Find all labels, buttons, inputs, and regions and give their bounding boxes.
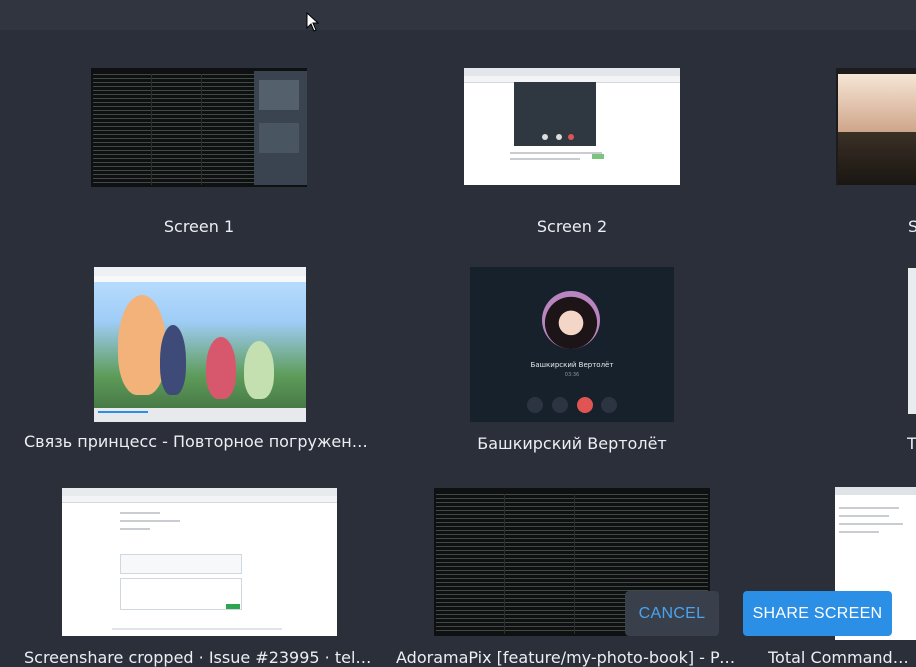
title-bar bbox=[0, 0, 916, 30]
call-window-thumbnail: Башкирский Вертолёт 03:36 bbox=[470, 267, 674, 422]
row2-third-label: T bbox=[907, 434, 916, 453]
screen-3-label: S bbox=[908, 217, 916, 236]
powershell-label: AdoramaPix [feature/my-photo-book] - Pow bbox=[396, 648, 736, 667]
anime-player-thumbnail bbox=[94, 267, 306, 422]
total-commander-label: Total Commander ( bbox=[768, 648, 916, 667]
github-issue-thumbnail bbox=[62, 488, 337, 636]
call-screencast-icon bbox=[527, 397, 543, 413]
call-window-label: Башкирский Вертолёт bbox=[477, 434, 667, 453]
row2-third-thumbnail bbox=[908, 268, 916, 414]
mouse-cursor-icon bbox=[306, 12, 320, 32]
call-mute-icon bbox=[601, 397, 617, 413]
share-screen-button[interactable]: SHARE SCREEN bbox=[743, 591, 892, 636]
call-end-icon bbox=[577, 397, 593, 413]
caller-avatar bbox=[542, 291, 600, 349]
screen-3-thumbnail bbox=[836, 68, 916, 185]
call-name: Башкирский Вертолёт bbox=[530, 361, 614, 369]
screen-2-label: Screen 2 bbox=[536, 217, 608, 236]
screen-1-thumbnail bbox=[91, 68, 307, 187]
screen-1-label: Screen 1 bbox=[163, 217, 235, 236]
github-issue-label: Screenshare cropped · Issue #23995 · tel… bbox=[24, 648, 376, 667]
cancel-button[interactable]: CANCEL bbox=[625, 591, 719, 636]
screen-2-thumbnail bbox=[464, 68, 680, 185]
anime-player-label: Связь принцесс - Повторное погружение ..… bbox=[24, 432, 376, 451]
call-video-icon bbox=[552, 397, 568, 413]
call-timer: 03:36 bbox=[564, 372, 580, 378]
